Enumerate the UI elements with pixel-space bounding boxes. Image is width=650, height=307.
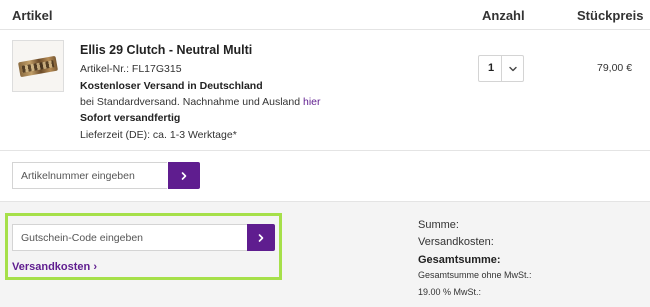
shipping-costs-label: Versandkosten: <box>418 236 494 248</box>
article-number-input[interactable] <box>12 162 167 189</box>
product-image[interactable] <box>12 40 64 92</box>
column-header-unit-price: Stückpreis <box>577 8 644 23</box>
header-divider <box>0 29 650 30</box>
quantity-select-divider <box>501 56 502 81</box>
item-divider <box>0 150 650 151</box>
chevron-right-icon <box>181 171 187 180</box>
shipping-costs-link[interactable]: Versandkosten › <box>12 261 97 273</box>
subtotal-label: Summe: <box>418 219 459 231</box>
voucher-submit-button[interactable] <box>247 224 275 251</box>
product-name-link[interactable]: Ellis 29 Clutch - Neutral Multi <box>80 43 252 57</box>
article-number-submit-button[interactable] <box>168 162 200 189</box>
chevron-right-icon <box>258 233 264 242</box>
unit-price: 79,00 € <box>597 62 633 74</box>
total-net-label: Gesamtsumme ohne MwSt.: <box>418 270 532 280</box>
vat-label: 19.00 % MwSt.: <box>418 287 482 297</box>
total-label: Gesamtsumme: <box>418 254 501 266</box>
free-shipping-text: Kostenloser Versand in Deutschland <box>80 80 263 92</box>
shipping-note-text: bei Standardversand. Nachnahme und Ausla… <box>80 96 301 108</box>
availability-text: Sofort versandfertig <box>80 112 181 124</box>
quantity-select[interactable]: 1 <box>478 55 524 82</box>
shipping-note: bei Standardversand. Nachnahme und Ausla… <box>80 96 321 108</box>
voucher-code-input[interactable] <box>12 224 247 251</box>
column-header-quantity: Anzahl <box>482 8 525 23</box>
delivery-time-text: Lieferzeit (DE): ca. 1-3 Werktage* <box>80 129 237 141</box>
article-number: Artikel-Nr.: FL17G315 <box>80 63 182 75</box>
chevron-down-icon <box>509 66 517 72</box>
shipping-info-link[interactable]: hier <box>303 96 321 108</box>
column-header-article: Artikel <box>12 8 53 23</box>
quantity-value: 1 <box>488 62 495 74</box>
clutch-bag-image <box>17 55 59 78</box>
